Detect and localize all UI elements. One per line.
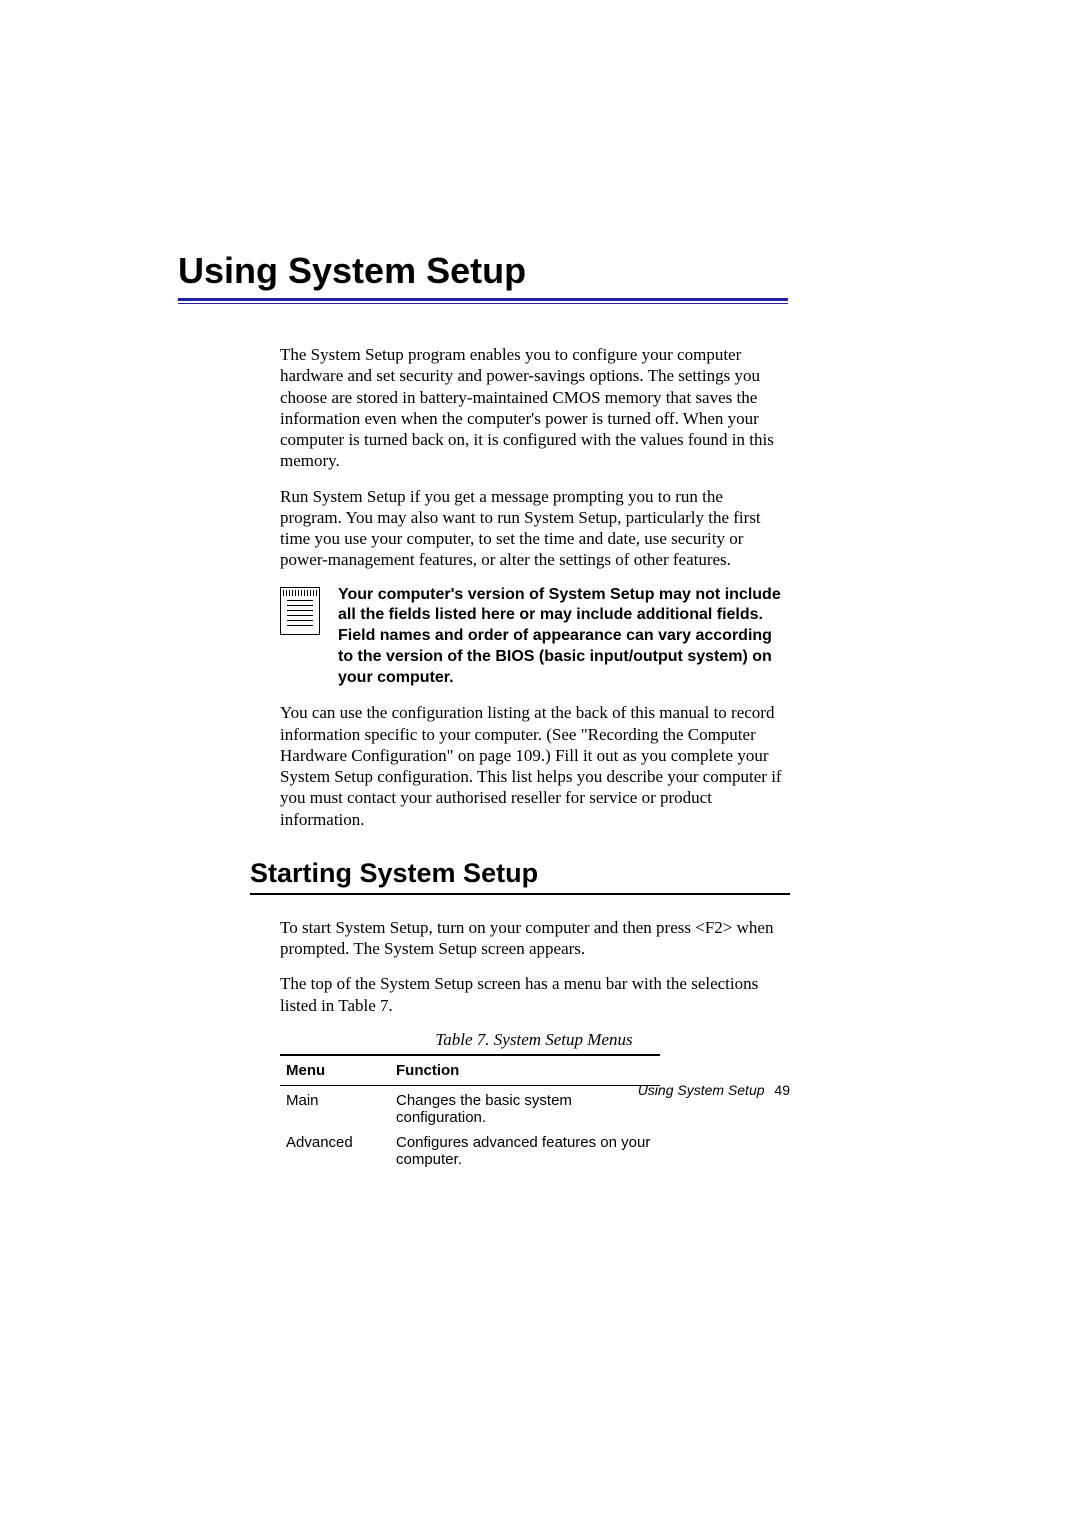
paragraph-intro-1: The System Setup program enables you to …: [280, 344, 788, 472]
table-header-function: Function: [390, 1055, 660, 1086]
section-underline: [250, 893, 790, 895]
table-row: Advanced Configures advanced features on…: [280, 1128, 660, 1170]
paragraph-intro-2: Run System Setup if you get a message pr…: [280, 486, 788, 571]
section-paragraph-1: To start System Setup, turn on your comp…: [280, 917, 788, 960]
title-underline: [178, 298, 788, 304]
table-cell-function: Changes the basic system configuration.: [390, 1085, 660, 1128]
section-content: To start System Setup, turn on your comp…: [280, 917, 788, 1170]
table-cell-menu: Advanced: [280, 1128, 390, 1170]
paragraph-intro-3: You can use the configuration listing at…: [280, 702, 788, 830]
table-cell-menu: Main: [280, 1085, 390, 1128]
table-caption: Table 7. System Setup Menus: [280, 1030, 788, 1050]
system-setup-menus-table: Menu Function Main Changes the basic sys…: [280, 1054, 660, 1170]
footer-text: Using System Setup: [638, 1082, 765, 1098]
table-cell-function: Configures advanced features on your com…: [390, 1128, 660, 1170]
table-header-menu: Menu: [280, 1055, 390, 1086]
note-icon: [280, 587, 320, 635]
section-heading: Starting System Setup: [250, 858, 790, 889]
table-row: Main Changes the basic system configurat…: [280, 1085, 660, 1128]
body-content: The System Setup program enables you to …: [280, 344, 788, 830]
table-header-row: Menu Function: [280, 1055, 660, 1086]
note-text: Your computer's version of System Setup …: [338, 585, 788, 689]
chapter-title: Using System Setup: [178, 250, 790, 292]
footer-page-number: 49: [774, 1082, 790, 1098]
section-paragraph-2: The top of the System Setup screen has a…: [280, 973, 788, 1016]
page: Using System Setup The System Setup prog…: [0, 0, 1080, 1528]
page-footer: Using System Setup 49: [638, 1082, 790, 1098]
note-callout: Your computer's version of System Setup …: [280, 585, 788, 689]
